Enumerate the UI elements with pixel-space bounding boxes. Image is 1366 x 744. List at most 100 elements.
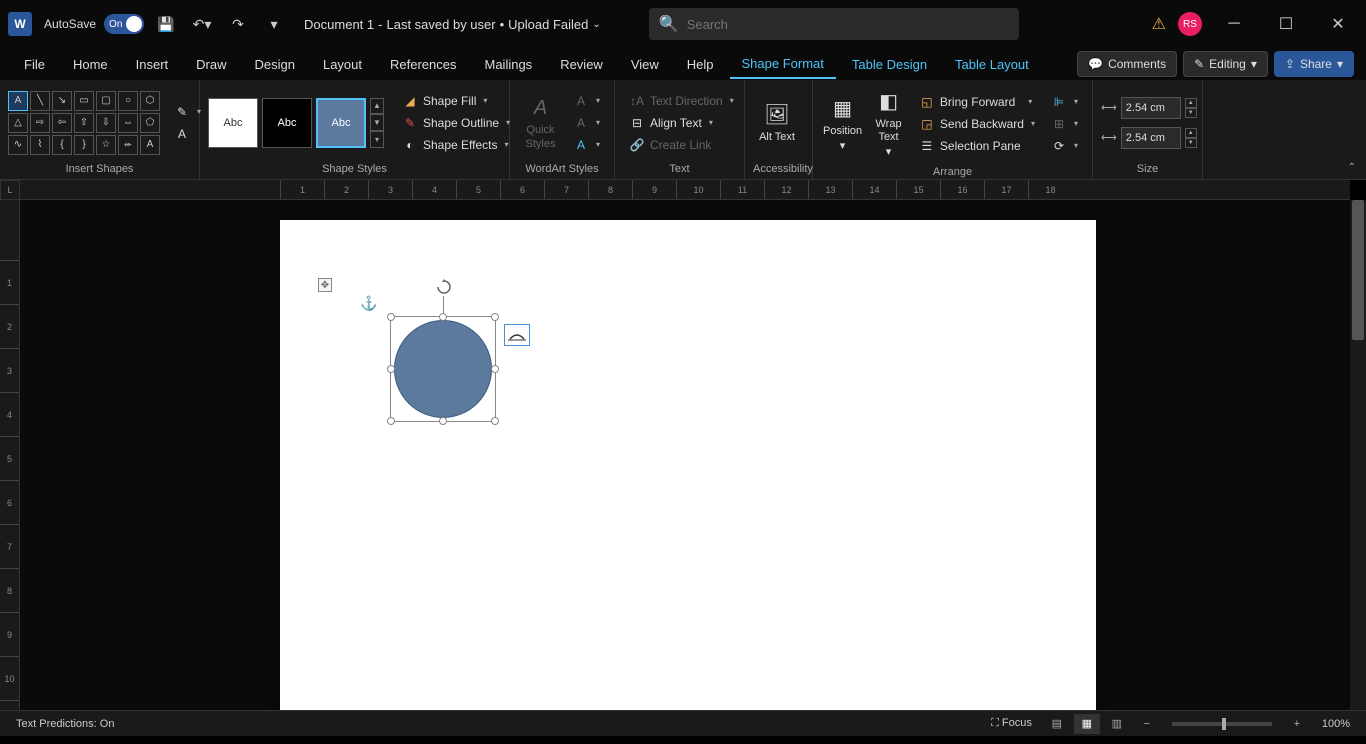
shape-fill-button[interactable]: ◢Shape Fill▾ [396,91,516,111]
alt-text-button[interactable]: 🖼 Alt Text [753,97,801,148]
shape-arrow-lr[interactable]: ⇔ [118,113,138,133]
chevron-down-icon[interactable]: ⌄ [592,19,600,30]
send-backward-button[interactable]: ◲Send Backward▾ [913,114,1041,134]
read-mode-button[interactable]: ▤ [1044,714,1070,734]
height-up[interactable]: ▲ [1185,98,1197,108]
shape-line-arrow[interactable]: ↘ [52,91,72,111]
zoom-slider[interactable] [1172,722,1272,726]
shape-roundrect[interactable]: ▢ [96,91,116,111]
editing-mode-button[interactable]: ✎Editing▾ [1183,51,1268,77]
shape-outline-button[interactable]: ✎Shape Outline▾ [396,113,516,133]
vertical-ruler[interactable]: 1234567891011 [0,200,20,710]
redo-button[interactable]: ↷ [224,10,252,38]
search-input[interactable] [687,17,1009,32]
zoom-in-button[interactable]: + [1284,714,1310,734]
shape-star[interactable]: ☆ [96,135,116,155]
shape-hexagon[interactable]: ⬡ [140,91,160,111]
width-up[interactable]: ▲ [1185,128,1197,138]
search-box[interactable]: 🔍 [649,8,1019,40]
page[interactable]: ✥ ⚓ [280,220,1096,710]
warning-icon[interactable]: ⚠ [1152,14,1166,34]
tab-file[interactable]: File [12,51,57,78]
bring-forward-button[interactable]: ◱Bring Forward▾ [913,92,1041,112]
rotate-button[interactable]: ⟳▾ [1045,136,1084,156]
maximize-button[interactable]: ☐ [1266,8,1306,40]
shape-freeform[interactable]: ⌇ [30,135,50,155]
text-effects-button[interactable]: A▾ [567,135,606,155]
gallery-expand[interactable]: ▾ [370,131,384,148]
shape-arrow-down[interactable]: ⇩ [96,113,116,133]
zoom-out-button[interactable]: − [1134,714,1160,734]
focus-mode-button[interactable]: ⛶ Focus [983,717,1040,730]
shape-arrow-left[interactable]: ⇦ [52,113,72,133]
collapse-ribbon-button[interactable]: ⌃ [1348,162,1356,173]
resize-handle-bl[interactable] [387,417,395,425]
tab-mailings[interactable]: Mailings [473,51,545,78]
wrap-text-button[interactable]: ◧ Wrap Text▾ [868,84,909,164]
shape-brace-r[interactable]: } [74,135,94,155]
text-predictions-status[interactable]: Text Predictions: On [8,718,122,730]
layout-options-button[interactable] [504,324,530,346]
gallery-scroll-up[interactable]: ▲ [370,98,384,115]
tab-help[interactable]: Help [675,51,726,78]
shape-arrow-right[interactable]: ⇨ [30,113,50,133]
horizontal-ruler[interactable]: 123456789101112131415161718 [20,180,1350,200]
tab-table-design[interactable]: Table Design [840,51,939,78]
shape-height-input[interactable] [1121,97,1181,119]
shape-arrow-up[interactable]: ⇧ [74,113,94,133]
tab-view[interactable]: View [619,51,671,78]
zoom-level[interactable]: 100% [1314,718,1358,730]
user-avatar[interactable]: RS [1178,12,1202,36]
tab-home[interactable]: Home [61,51,120,78]
zoom-slider-thumb[interactable] [1222,718,1226,730]
share-button[interactable]: ⇪Share▾ [1274,51,1354,77]
autosave-toggle[interactable]: On [104,14,144,34]
shape-pentagon[interactable]: ⬠ [140,113,160,133]
resize-handle-ml[interactable] [387,365,395,373]
resize-handle-mr[interactable] [491,365,499,373]
shape-vtext[interactable]: A [140,135,160,155]
resize-handle-br[interactable] [491,417,499,425]
shape-style-gallery[interactable]: Abc Abc Abc ▲ ▼ ▾ [208,98,384,148]
shape-triangle[interactable]: △ [8,113,28,133]
gallery-scroll-down[interactable]: ▼ [370,114,384,131]
minimize-button[interactable]: ─ [1214,8,1254,40]
shape-brace-l[interactable]: { [52,135,72,155]
document-title[interactable]: Document 1 - Last saved by user • Upload… [304,17,601,32]
style-preset-1[interactable]: Abc [208,98,258,148]
align-text-button[interactable]: ⊟Align Text▾ [623,113,740,133]
shape-textbox[interactable]: A [8,91,28,111]
move-handle-icon[interactable]: ✥ [318,278,332,292]
style-preset-2[interactable]: Abc [262,98,312,148]
tab-draw[interactable]: Draw [184,51,238,78]
save-button[interactable]: 💾 [152,10,180,38]
vertical-scrollbar[interactable] [1350,200,1366,710]
height-down[interactable]: ▼ [1185,108,1197,118]
tab-table-layout[interactable]: Table Layout [943,51,1041,78]
shape-effects-button[interactable]: ◐Shape Effects▾ [396,135,516,155]
tab-layout[interactable]: Layout [311,51,374,78]
close-button[interactable]: ✕ [1318,8,1358,40]
rotate-handle[interactable] [435,278,453,296]
shape-line[interactable]: ╲ [30,91,50,111]
qat-customize-button[interactable]: ▾ [260,10,288,38]
document-area[interactable]: ✥ ⚓ [20,200,1350,710]
print-layout-button[interactable]: ▦ [1074,714,1100,734]
tab-insert[interactable]: Insert [124,51,181,78]
shape-oval[interactable]: ○ [118,91,138,111]
tab-design[interactable]: Design [243,51,307,78]
resize-handle-tr[interactable] [491,313,499,321]
position-button[interactable]: ▦ Position▾ [821,91,864,157]
shape-rect[interactable]: ▭ [74,91,94,111]
anchor-icon[interactable]: ⚓ [360,295,377,312]
undo-button[interactable]: ↶▾ [188,10,216,38]
resize-handle-tc[interactable] [439,313,447,321]
shape-curve[interactable]: ∿ [8,135,28,155]
resize-handle-bc[interactable] [439,417,447,425]
shapes-gallery[interactable]: A ╲ ↘ ▭ ▢ ○ ⬡ △ ⇨ ⇦ ⇧ ⇩ ⇔ ⬠ ∿ ⌇ { } ☆ ⬰ [8,91,160,155]
web-layout-button[interactable]: ▥ [1104,714,1130,734]
tab-shape-format[interactable]: Shape Format [730,50,836,79]
comments-button[interactable]: 💬Comments [1077,51,1177,77]
style-preset-3[interactable]: Abc [316,98,366,148]
selection-pane-button[interactable]: ☰Selection Pane [913,136,1041,156]
